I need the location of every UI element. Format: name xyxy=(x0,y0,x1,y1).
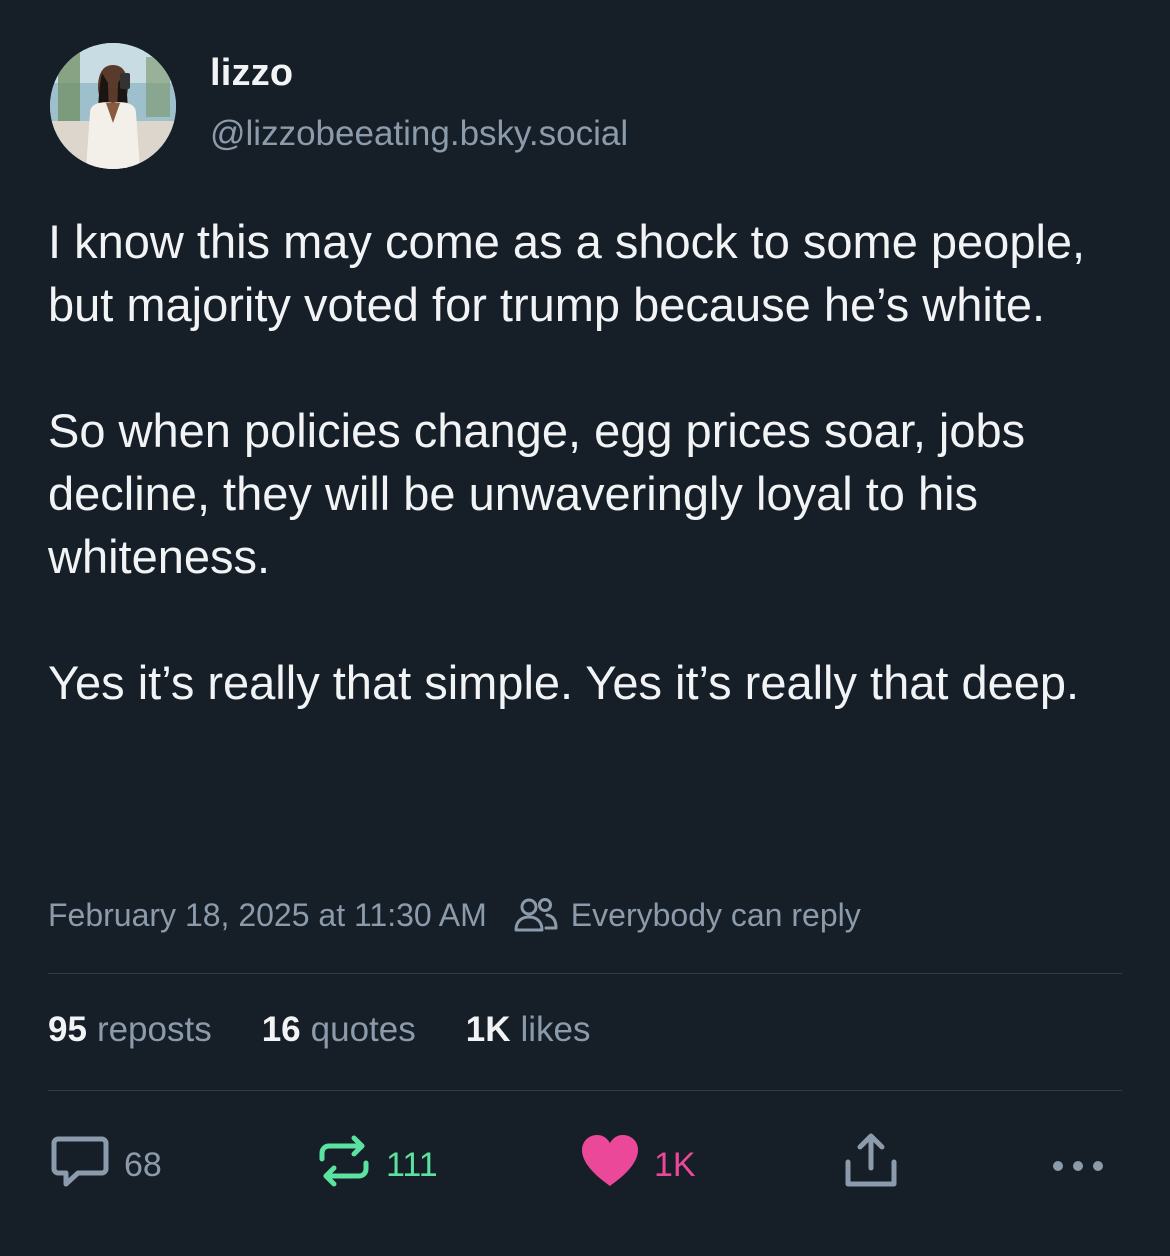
post-timestamp: February 18, 2025 at 11:30 AM xyxy=(48,896,487,933)
post-meta: February 18, 2025 at 11:30 AM Everybody … xyxy=(48,890,861,940)
likes-count: 1K xyxy=(465,1010,511,1049)
post-stats: 95 reposts 16 quotes 1K likes xyxy=(48,1010,641,1050)
share-icon xyxy=(842,1132,900,1199)
reply-button[interactable]: 68 xyxy=(50,1130,162,1200)
more-dots-icon xyxy=(1050,1146,1106,1185)
author-handle[interactable]: @lizzobeeating.bsky.social xyxy=(210,114,628,154)
post-paragraph: I know this may come as a shock to some … xyxy=(48,215,1086,331)
author-display-name[interactable]: lizzo xyxy=(210,52,293,95)
repost-button[interactable]: 111 xyxy=(316,1130,438,1200)
speech-bubble-icon xyxy=(50,1133,110,1198)
more-options-button[interactable] xyxy=(1050,1130,1106,1200)
divider xyxy=(48,1090,1122,1091)
avatar-photo xyxy=(50,43,176,169)
likes-label: likes xyxy=(520,1010,591,1049)
post-actions: 68 111 1K xyxy=(0,1130,1170,1200)
people-icon xyxy=(513,897,559,933)
reply-setting[interactable]: Everybody can reply xyxy=(571,897,861,934)
post-detail: lizzo @lizzobeeating.bsky.social I know … xyxy=(0,0,1170,1256)
quotes-stat[interactable]: 16 quotes xyxy=(262,1010,416,1050)
repost-arrows-icon xyxy=(316,1133,372,1198)
likes-stat[interactable]: 1K likes xyxy=(466,1010,591,1050)
share-button[interactable] xyxy=(842,1130,900,1200)
quotes-count: 16 xyxy=(261,1010,301,1049)
like-count: 1K xyxy=(654,1145,696,1184)
like-button[interactable]: 1K xyxy=(580,1130,696,1200)
avatar[interactable] xyxy=(50,43,176,169)
quotes-label: quotes xyxy=(310,1010,416,1049)
post-paragraph: So when policies change, egg prices soar… xyxy=(48,404,1026,583)
reposts-stat[interactable]: 95 reposts xyxy=(48,1010,212,1050)
post-paragraph: Yes it’s really that simple. Yes it’s re… xyxy=(48,656,1080,709)
post-body: I know this may come as a shock to some … xyxy=(48,210,1128,714)
repost-count: 111 xyxy=(386,1145,438,1184)
reply-count: 68 xyxy=(124,1145,162,1184)
reposts-count: 95 xyxy=(48,1010,87,1049)
reposts-label: reposts xyxy=(96,1010,212,1049)
heart-icon xyxy=(580,1134,640,1197)
divider xyxy=(48,973,1122,974)
